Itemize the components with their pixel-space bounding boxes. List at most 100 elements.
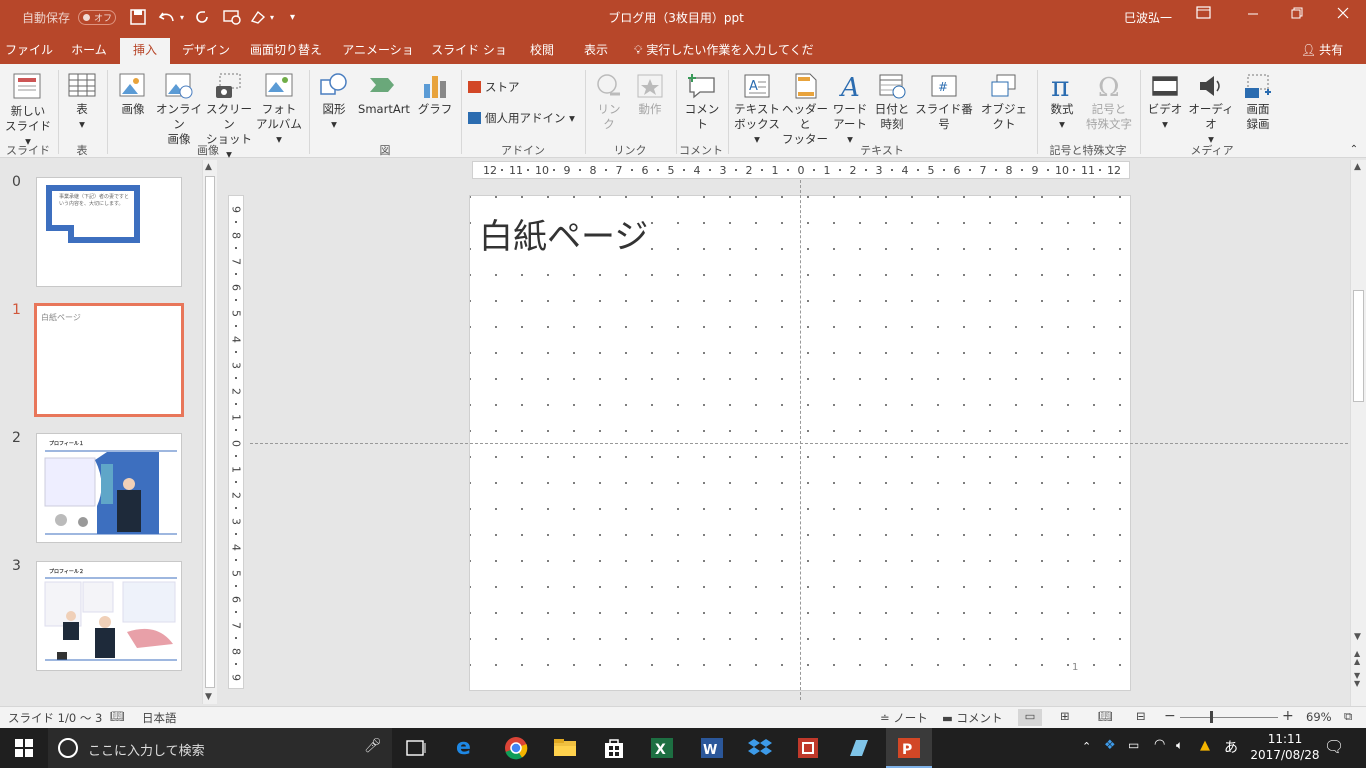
my-addins-button[interactable]: 個人用アドイン ▾ [468,111,580,126]
date-time-button[interactable]: 日付と 時刻 [870,72,914,132]
zoom-slider-handle[interactable] [1210,711,1213,723]
slide-scrollbar[interactable]: ▲ ▼ ▲ ▲ ▼ ▼ [1350,160,1366,706]
action-button[interactable]: 動作 [630,72,670,117]
scroll-down-icon[interactable]: ▼ [205,692,212,702]
equation-button[interactable]: π 数式 ▾ [1042,72,1082,132]
task-view-icon[interactable] [404,736,430,760]
scroll-thumb[interactable] [205,176,215,688]
reading-view-icon[interactable]: 📖︎ [1098,709,1113,723]
next-slide-icon[interactable]: ▼ ▼ [1354,672,1360,688]
ruler-h-label: 5 [927,164,935,177]
tab-design[interactable]: デザイン [176,36,236,64]
ribbon-display-options-icon[interactable] [1196,6,1212,24]
file-explorer-icon[interactable] [552,736,578,760]
tab-slideshow[interactable]: スライド ショー [428,36,510,85]
close-icon[interactable] [1336,6,1350,24]
slide-number-button[interactable]: # スライド番号 [912,72,976,132]
drive-tray-icon[interactable]: ▲ [1200,738,1210,753]
chart-button[interactable]: グラフ [416,72,454,117]
scroll-up-icon[interactable]: ▲ [1354,162,1361,172]
vertical-ruler[interactable]: 9 8 7 6 5 4 3 2 1 0 1 2 3 4 5 6 7 8 9 [228,195,244,689]
screen-recording-button[interactable]: 画面 録画 [1236,72,1280,132]
thumbnail-scrollbar[interactable]: ▲ ▼ [202,160,217,704]
textbox-button[interactable]: A テキスト ボックス ▾ [732,72,782,147]
zoom-level[interactable]: 69% [1306,710,1332,724]
tab-view[interactable]: 表示 [574,36,618,64]
excel-icon[interactable]: X [650,736,676,760]
zoom-out-icon[interactable]: − [1164,708,1176,724]
tab-transitions[interactable]: 画面切り替え [244,36,328,64]
restore-icon[interactable] [1290,6,1304,24]
powerpoint-taskbar-button[interactable]: P [886,728,932,768]
new-slide-button[interactable]: 新しい スライド ▾ [4,72,52,149]
online-picture-button[interactable]: オンライン 画像 [154,72,204,147]
chrome-icon[interactable] [504,736,530,760]
slide-page-number[interactable]: 1 [1072,662,1078,673]
spellcheck-icon[interactable]: 📖︎ [110,709,125,723]
horizontal-ruler[interactable]: 12 11 10 9 8 7 6 5 4 3 2 1 0 1 2 3 4 5 6 7 8 9 10 11 12 [472,161,1130,179]
microphone-icon[interactable]: 🎤︎ [364,738,382,754]
clock-date[interactable]: 2017/08/28 [1248,748,1322,762]
wordart-button[interactable]: A ワード アート ▾ [830,72,870,147]
tell-me-box[interactable]: 💡︎実行したい作業を入力してください [634,36,824,85]
fit-to-window-icon[interactable]: ⧉ [1344,709,1352,724]
tab-animations[interactable]: アニメーション [338,36,418,85]
language-indicator[interactable]: 日本語 [142,710,177,726]
vertical-guide[interactable] [800,180,801,700]
ime-indicator[interactable]: あ [1224,737,1238,757]
scroll-up-icon[interactable]: ▲ [205,162,212,172]
previous-slide-icon[interactable]: ▲ ▲ [1354,650,1360,666]
slide-thumbnail-3[interactable]: プロフィール２ [36,561,182,671]
battery-icon[interactable]: ▭ [1128,738,1139,752]
smartart-button[interactable]: SmartArt [354,72,414,117]
store-button[interactable]: ストア [468,80,558,95]
scroll-thumb[interactable] [1353,290,1364,402]
normal-view-icon[interactable]: ▭ [1018,709,1042,726]
volume-icon[interactable]: 🔈︎ [1176,738,1183,753]
action-center-icon[interactable]: 🗨︎ [1324,737,1344,756]
zoom-in-icon[interactable]: + [1282,708,1294,724]
tab-review[interactable]: 校閲 [520,36,564,64]
photo-album-button[interactable]: フォト アルバム ▾ [254,72,304,147]
clock-time[interactable]: 11:11 [1258,732,1312,746]
tab-home[interactable]: ホーム [60,36,118,64]
link-button[interactable]: リンク [590,72,628,132]
horizontal-guide[interactable] [250,443,1348,444]
collapse-ribbon-icon[interactable]: ⌃ [1346,142,1362,157]
slide-thumbnail-1[interactable]: 白紙ページ [34,303,184,417]
tab-file[interactable]: ファイル [0,36,58,64]
edge-icon[interactable]: e [456,736,482,760]
picture-button[interactable]: 画像 [112,72,154,117]
dropbox-icon[interactable] [748,736,774,760]
notes-app-icon[interactable] [846,736,872,760]
audio-button[interactable]: オーディオ ▾ [1186,72,1236,147]
taskbar-search[interactable]: ここに入力して検索 🎤︎ [48,728,392,768]
presentation-app-icon[interactable] [796,736,822,760]
store-app-icon[interactable] [602,736,628,760]
slide-thumbnail-0[interactable]: 事業承継（下記）者の妻ですという内容を、大切にします。 [36,177,182,287]
symbol-button[interactable]: Ω 記号と 特殊文字 [1082,72,1136,132]
user-name[interactable]: 巳波弘一 [1124,9,1172,26]
header-footer-button[interactable]: ヘッダーと フッター [780,72,830,147]
slide-title[interactable]: 白紙ページ [479,216,649,258]
notes-button[interactable]: ≐ ノート [880,710,928,726]
slide-thumbnail-2[interactable]: プロフィール１ [36,433,182,543]
shapes-button[interactable]: 図形 ▾ [314,72,354,132]
windows-start-icon[interactable] [14,736,40,760]
show-hidden-icons[interactable]: ⌃ [1082,740,1091,753]
minimize-icon[interactable] [1246,6,1260,24]
slide-sorter-icon[interactable]: ⊞ [1060,709,1070,723]
object-button[interactable]: オブジェクト [976,72,1032,132]
video-button[interactable]: ビデオ ▾ [1144,72,1186,132]
word-icon[interactable]: W [700,736,726,760]
table-button[interactable]: 表 ▾ [62,72,102,132]
tab-insert[interactable]: 挿入 [120,38,170,66]
slideshow-view-icon[interactable]: ⊟ [1136,709,1146,723]
scroll-down-icon[interactable]: ▼ [1354,632,1361,642]
comments-button[interactable]: ▬ コメント [942,710,1003,726]
dropbox-tray-icon[interactable]: ❖ [1104,738,1116,753]
share-button[interactable]: 👤︎ 共有 [1292,36,1352,64]
zoom-slider[interactable] [1180,717,1278,718]
comment-button[interactable]: コメント [680,72,724,132]
wifi-icon[interactable]: ◠ [1154,737,1165,752]
